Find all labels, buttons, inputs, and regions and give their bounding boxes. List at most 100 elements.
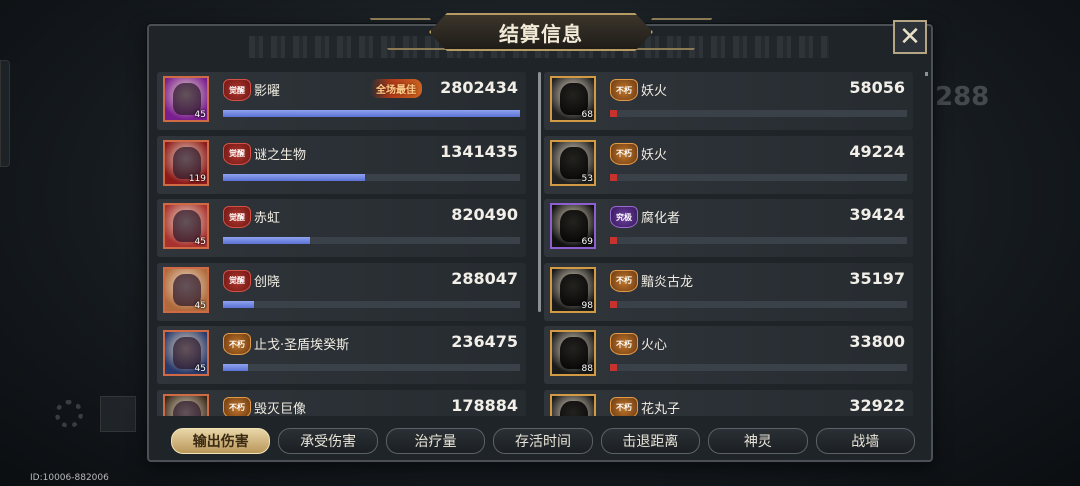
unit-avatar[interactable]: 119 bbox=[163, 139, 209, 186]
unit-row[interactable]: 45 不朽 止戈·圣盾埃癸斯 236475 bbox=[157, 324, 532, 388]
list-scrollbar[interactable] bbox=[925, 72, 928, 76]
rarity-badge-icon: 觉醒 bbox=[223, 79, 251, 101]
close-button[interactable]: ✕ bbox=[893, 20, 927, 54]
panel-title: 结算信息 bbox=[499, 21, 583, 46]
rarity-label: 不朽 bbox=[229, 403, 245, 412]
unit-avatar[interactable]: 45 bbox=[163, 330, 209, 376]
unit-level: 119 bbox=[188, 173, 206, 184]
rarity-label: 觉醒 bbox=[229, 149, 245, 158]
unit-row[interactable]: 45 觉醒 影曜 全场最佳 2802434 bbox=[157, 70, 532, 134]
damage-value: 288047 bbox=[451, 268, 518, 288]
unit-level: 69 bbox=[581, 237, 593, 247]
tab-0[interactable]: 输出伤害 bbox=[171, 428, 271, 454]
damage-bar-track bbox=[223, 364, 520, 371]
unit-level: 45 bbox=[194, 110, 206, 120]
damage-bar-fill bbox=[610, 110, 617, 117]
damage-bar-track bbox=[223, 300, 520, 308]
unit-avatar[interactable]: 45 bbox=[163, 203, 209, 249]
rarity-label: 不朽 bbox=[616, 85, 632, 95]
unit-row[interactable]: 不朽 花丸子 32922 bbox=[544, 388, 919, 417]
side-drawer-handle[interactable] bbox=[0, 60, 10, 167]
rarity-badge-icon: 觉醒 bbox=[223, 206, 251, 228]
unit-level: 45 bbox=[194, 300, 206, 311]
rarity-badge-icon: 不朽 bbox=[610, 79, 638, 101]
unit-name: 腐化者 bbox=[641, 211, 681, 226]
unit-name: 谜之生物 bbox=[254, 147, 307, 163]
tab-1[interactable]: 承受伤害 bbox=[278, 428, 378, 454]
title-plate: 结算信息 bbox=[429, 13, 653, 51]
unit-avatar[interactable]: 45 bbox=[163, 76, 209, 122]
damage-bar-track bbox=[610, 300, 907, 308]
unit-level: 88 bbox=[581, 364, 593, 374]
unit-level: 68 bbox=[581, 110, 593, 120]
unit-avatar[interactable] bbox=[550, 393, 596, 416]
unit-avatar[interactable]: 69 bbox=[550, 203, 596, 249]
damage-bar-track bbox=[223, 173, 520, 181]
rarity-badge-icon: 觉醒 bbox=[223, 142, 251, 165]
unit-avatar[interactable]: 45 bbox=[163, 266, 209, 313]
tab-2[interactable]: 治疗量 bbox=[385, 428, 486, 454]
rarity-label: 不朽 bbox=[616, 276, 632, 285]
unit-row[interactable]: 53 不朽 妖火 49224 bbox=[544, 134, 919, 198]
rarity-badge-icon: 不朽 bbox=[223, 396, 251, 416]
rarity-badge-icon: 觉醒 bbox=[223, 269, 251, 292]
damage-value: 49224 bbox=[849, 141, 905, 161]
unit-row[interactable]: 119 觉醒 谜之生物 1341435 bbox=[157, 134, 532, 198]
unit-avatar[interactable] bbox=[163, 393, 209, 416]
unit-level: 45 bbox=[194, 364, 206, 374]
unit-avatar[interactable]: 53 bbox=[550, 139, 596, 186]
unit-row[interactable]: 45 觉醒 赤虹 820490 bbox=[157, 197, 532, 261]
rarity-badge-icon: 不朽 bbox=[610, 269, 638, 292]
rarity-label: 觉醒 bbox=[229, 212, 245, 222]
stat-tabs: 输出伤害 承受伤害 治疗量 存活时间 击退距离 神灵 战墙 bbox=[171, 428, 915, 456]
unit-name: 影曜 bbox=[254, 84, 281, 99]
damage-bar-fill bbox=[223, 173, 366, 181]
damage-value: 35197 bbox=[849, 268, 905, 288]
unit-row[interactable]: 不朽 毁灭巨像 178884 bbox=[157, 388, 532, 416]
unit-avatar[interactable]: 88 bbox=[550, 330, 596, 376]
tab-3[interactable]: 存活时间 bbox=[493, 428, 593, 454]
background-counter: 288 bbox=[935, 82, 990, 112]
unit-avatar[interactable]: 98 bbox=[550, 266, 596, 313]
damage-value: 58056 bbox=[849, 78, 905, 97]
damage-value: 2802434 bbox=[440, 78, 518, 97]
unit-name: 花丸子 bbox=[641, 401, 681, 417]
enemy-damage-list[interactable]: 68 不朽 妖火 58056 53 不朽 妖火 49224 69 究极 腐化者 … bbox=[544, 70, 919, 416]
damage-bar-track bbox=[610, 364, 907, 371]
rarity-badge-icon: 不朽 bbox=[610, 142, 638, 165]
unit-name: 黯炎古龙 bbox=[641, 274, 694, 290]
tab-6[interactable]: 战墙 bbox=[815, 428, 915, 454]
tab-5[interactable]: 神灵 bbox=[708, 428, 808, 454]
damage-bar-track bbox=[610, 110, 907, 117]
damage-bar-fill bbox=[223, 110, 520, 117]
close-icon: ✕ bbox=[899, 22, 921, 52]
rarity-badge-icon: 究极 bbox=[610, 206, 638, 228]
ally-damage-list[interactable]: 45 觉醒 影曜 全场最佳 2802434 119 觉醒 谜之生物 134143… bbox=[157, 70, 532, 416]
damage-value: 178884 bbox=[451, 395, 518, 415]
unit-row[interactable]: 88 不朽 火心 33800 bbox=[544, 324, 919, 388]
damage-value: 39424 bbox=[849, 205, 905, 224]
rarity-label: 不朽 bbox=[616, 149, 632, 158]
player-id-label: ID:10006-882006 bbox=[30, 473, 109, 483]
unit-name: 创晓 bbox=[254, 274, 281, 290]
tab-4[interactable]: 击退距离 bbox=[600, 428, 701, 454]
unit-row[interactable]: 98 不朽 黯炎古龙 35197 bbox=[544, 261, 919, 325]
unit-avatar[interactable]: 68 bbox=[550, 76, 596, 122]
rarity-badge-icon: 不朽 bbox=[223, 333, 251, 355]
damage-bar-fill bbox=[223, 300, 254, 308]
unit-row[interactable]: 45 觉醒 创晓 288047 bbox=[157, 261, 532, 325]
damage-bar-fill bbox=[223, 237, 310, 244]
damage-value: 236475 bbox=[451, 332, 518, 351]
unit-row[interactable]: 69 究极 腐化者 39424 bbox=[544, 197, 919, 261]
damage-bar-track bbox=[223, 110, 520, 117]
damage-value: 820490 bbox=[451, 205, 518, 224]
rarity-label: 不朽 bbox=[616, 403, 632, 412]
unit-name: 妖火 bbox=[641, 147, 668, 163]
damage-value: 1341435 bbox=[440, 141, 518, 161]
damage-bar-fill bbox=[223, 364, 249, 371]
settlement-panel: 结算信息 ✕ 45 觉醒 影曜 全场最佳 2802434 119 觉醒 谜之生物… bbox=[147, 13, 933, 462]
damage-bar-fill bbox=[610, 173, 617, 181]
unit-row[interactable]: 68 不朽 妖火 58056 bbox=[544, 70, 919, 134]
rarity-label: 究极 bbox=[616, 212, 632, 222]
damage-value: 32922 bbox=[849, 395, 905, 415]
